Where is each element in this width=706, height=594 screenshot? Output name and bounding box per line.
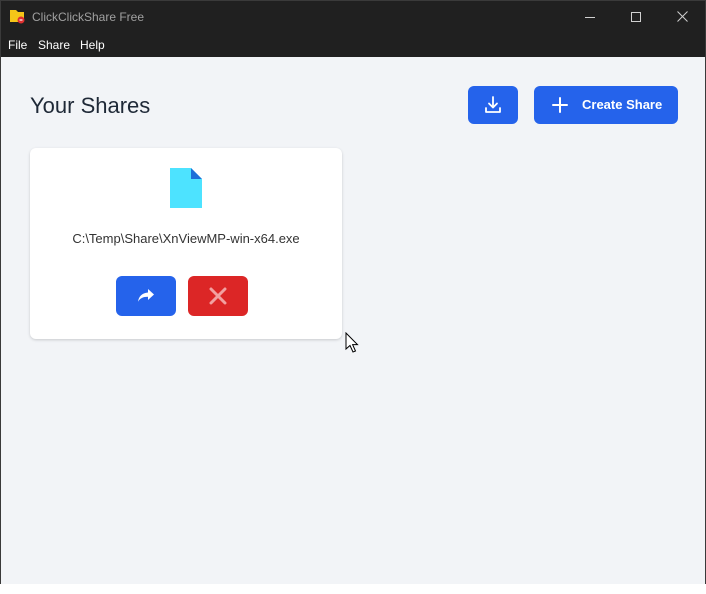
share-arrow-icon — [138, 289, 154, 302]
close-icon — [676, 11, 688, 22]
menu-share[interactable]: Share — [38, 38, 70, 52]
app-icon — [10, 10, 25, 24]
maximize-button[interactable] — [613, 1, 659, 32]
menu-bar: File Share Help — [1, 32, 705, 57]
menu-help[interactable]: Help — [80, 38, 105, 52]
app-window: ClickClickShare Free File Share Help You… — [0, 0, 706, 594]
bottom-strip — [0, 584, 706, 594]
share-button[interactable] — [116, 276, 176, 316]
share-card: C:\Temp\Share\XnViewMP-win-x64.exe — [30, 148, 342, 339]
mouse-cursor-icon — [345, 332, 359, 353]
title-bar[interactable]: ClickClickShare Free — [1, 1, 705, 32]
create-share-button[interactable]: Create Share — [534, 86, 678, 124]
minimize-button[interactable] — [567, 1, 613, 32]
minimize-icon — [585, 16, 595, 18]
close-window-button[interactable] — [659, 1, 705, 32]
page-title: Your Shares — [30, 93, 151, 118]
main-content: Your Shares Create Share C:\Temp\Share\X… — [1, 57, 705, 593]
maximize-icon — [631, 11, 641, 22]
plus-icon — [552, 97, 568, 113]
create-share-label: Create Share — [582, 97, 663, 112]
menu-file[interactable]: File — [8, 38, 27, 52]
delete-button[interactable] — [188, 276, 248, 316]
download-button[interactable] — [468, 86, 518, 124]
download-icon — [485, 96, 501, 113]
window-title: ClickClickShare Free — [32, 10, 145, 24]
file-icon — [170, 168, 202, 208]
share-file-path: C:\Temp\Share\XnViewMP-win-x64.exe — [72, 231, 300, 246]
close-icon — [209, 287, 227, 305]
